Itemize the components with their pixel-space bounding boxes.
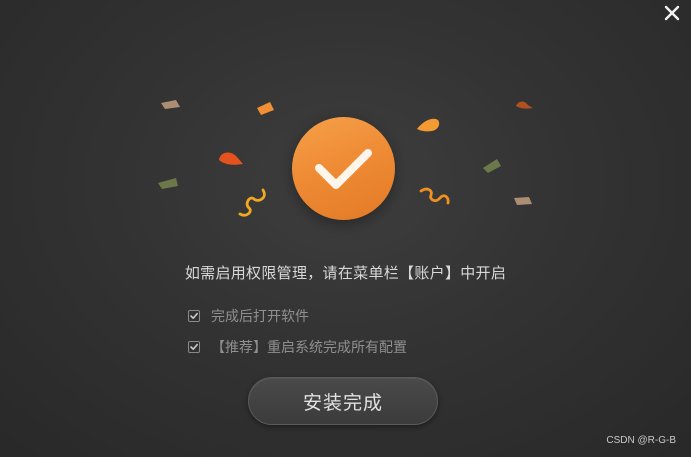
permission-hint-text: 如需启用权限管理，请在菜单栏【账户】中开启: [184, 264, 507, 282]
success-badge: [292, 117, 395, 220]
confetti-piece: [514, 197, 532, 205]
open-software-option[interactable]: 完成后打开软件: [188, 307, 309, 325]
confetti-piece: [238, 188, 266, 217]
open-software-checkbox[interactable]: [188, 310, 200, 322]
close-button[interactable]: [661, 2, 683, 24]
confetti-piece: [257, 102, 274, 115]
check-mark-icon: [190, 343, 198, 350]
checkmark-icon: [315, 149, 372, 189]
restart-system-label: 【推荐】重启系统完成所有配置: [211, 340, 407, 356]
confetti-piece: [161, 100, 180, 109]
confetti-piece: [516, 101, 533, 109]
confetti-piece: [483, 159, 501, 173]
close-icon: [664, 5, 680, 21]
confetti-piece: [158, 178, 178, 189]
open-software-label: 完成后打开软件: [211, 309, 309, 325]
confetti-piece: [219, 152, 243, 165]
confetti-piece: [417, 118, 440, 132]
watermark-text: CSDN @R-G-B: [606, 435, 676, 446]
restart-system-checkbox[interactable]: [188, 341, 200, 353]
finish-install-button[interactable]: 安装完成: [248, 377, 438, 425]
confetti-piece: [419, 187, 450, 205]
install-complete-dialog: 如需启用权限管理，请在菜单栏【账户】中开启 完成后打开软件 【推荐】重启系统完成…: [0, 0, 691, 457]
restart-system-option[interactable]: 【推荐】重启系统完成所有配置: [188, 338, 407, 356]
check-mark-icon: [190, 312, 198, 319]
